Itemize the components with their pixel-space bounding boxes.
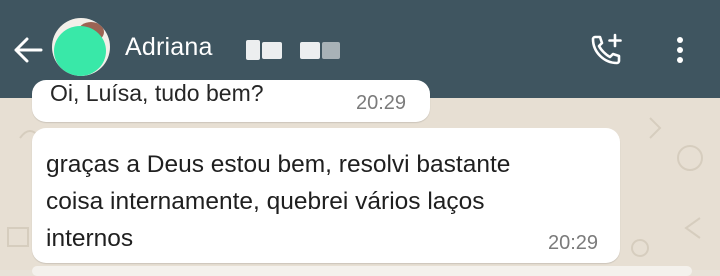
avatar[interactable] <box>52 18 110 76</box>
more-vert-icon <box>677 37 683 63</box>
message-bubble[interactable]: graças a Deus estou bem, resolvi bastant… <box>32 128 620 263</box>
message-text: graças a Deus estou bem, resolvi bastant… <box>46 151 511 252</box>
back-button[interactable] <box>10 32 46 68</box>
add-call-button[interactable] <box>586 30 626 70</box>
back-arrow-icon <box>14 37 43 63</box>
message-time: 20:29 <box>356 92 407 114</box>
redacted-text <box>246 40 260 60</box>
message-bubble-previous[interactable]: Oi, Luísa, tudo bem? 20:29 <box>32 80 430 122</box>
add-call-icon <box>591 33 622 65</box>
more-options-button[interactable] <box>664 30 696 70</box>
redacted-text <box>300 42 320 59</box>
contact-name[interactable]: Adriana <box>125 33 213 62</box>
redacted-text <box>322 42 340 59</box>
message-time: 20:29 <box>548 232 599 254</box>
redacted-text <box>262 42 282 59</box>
avatar-blur-overlay <box>54 26 106 76</box>
message-text: Oi, Luísa, tudo bem? <box>50 80 264 106</box>
message-bubble-next-peek <box>32 266 692 276</box>
